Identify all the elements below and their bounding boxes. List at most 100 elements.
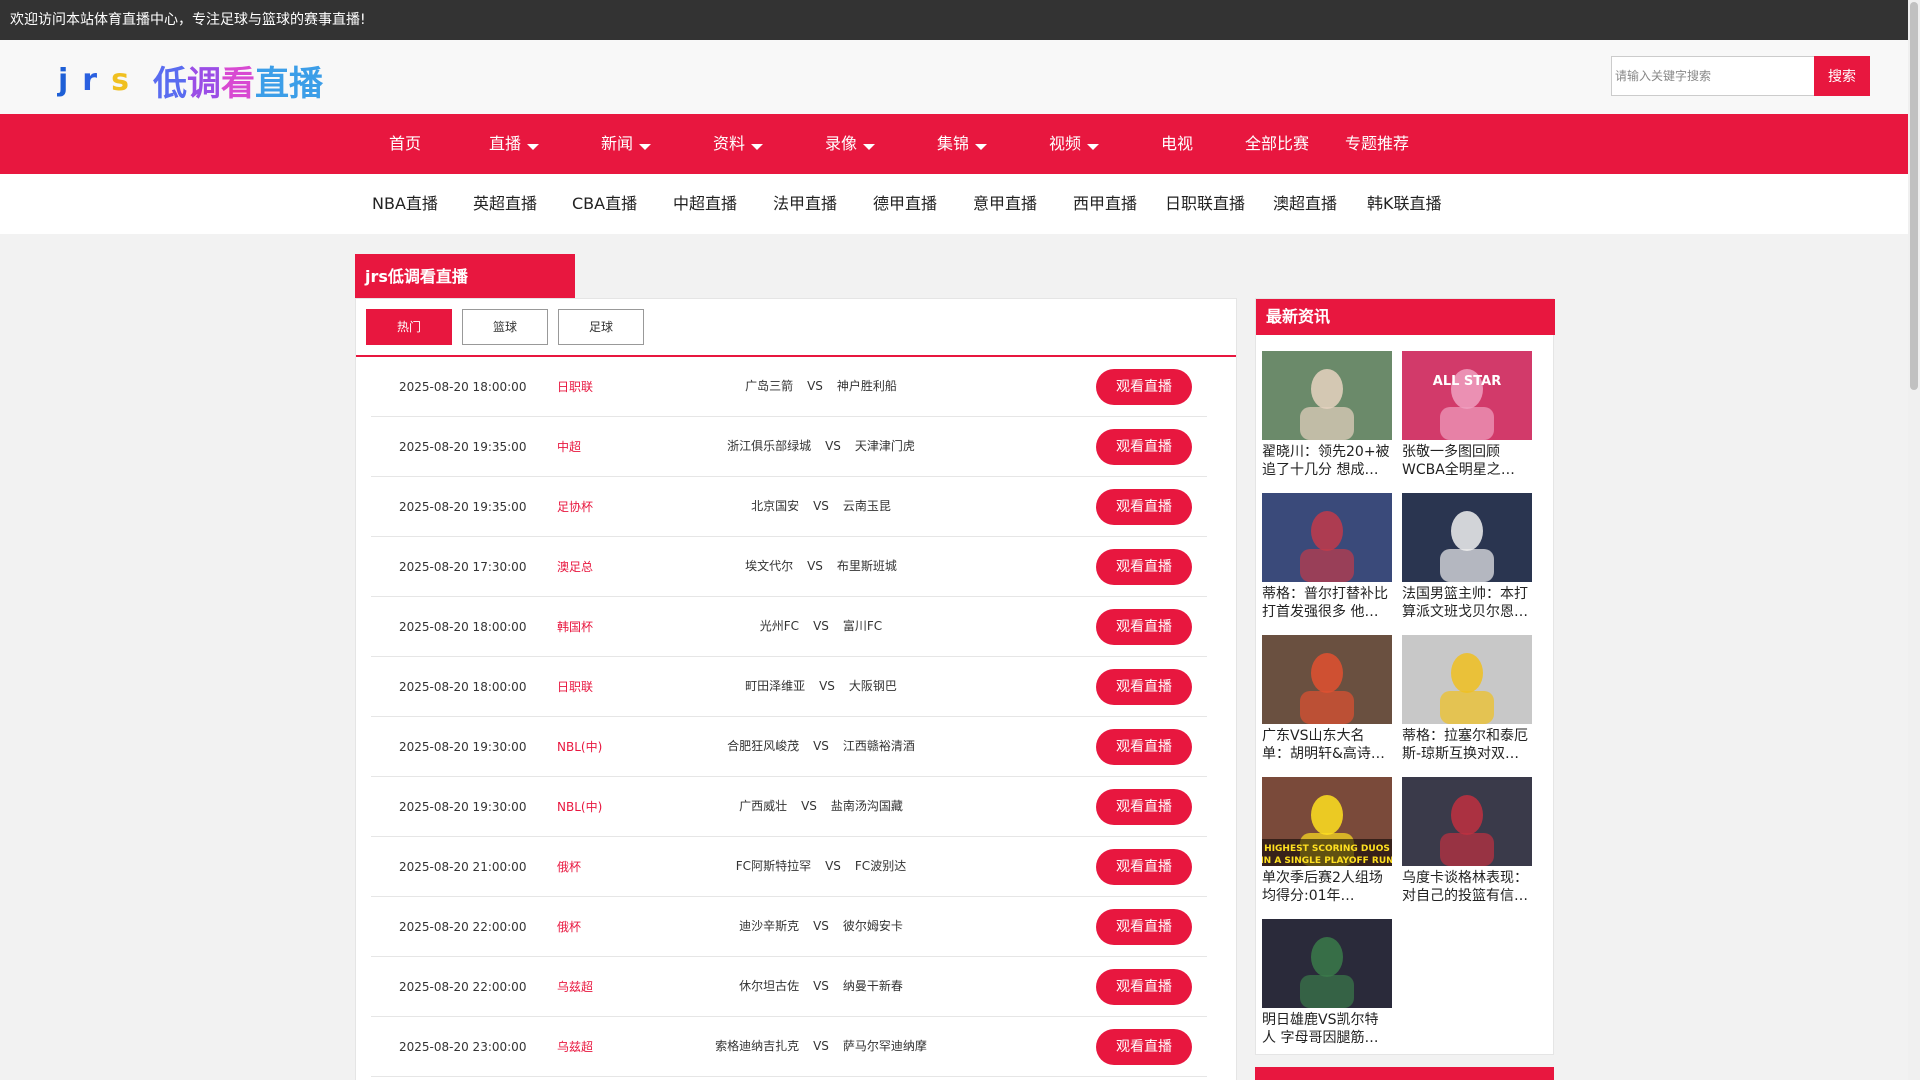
league-link[interactable]: 德甲直播	[873, 174, 937, 234]
news-thumbnail[interactable]	[1402, 635, 1532, 724]
search-button[interactable]: 搜索	[1814, 56, 1870, 96]
news-caption[interactable]: 明日雄鹿VS凯尔特人 字母哥因腿筋伤…	[1262, 1011, 1392, 1047]
away-team: 盐南汤沟国藏	[830, 799, 903, 813]
match-league[interactable]: 乌兹超	[557, 957, 593, 1017]
league-link[interactable]: 英超直播	[473, 174, 537, 234]
nav-highlights[interactable]: 集锦	[937, 114, 988, 174]
news-thumbnail[interactable]	[1402, 777, 1532, 866]
news-caption[interactable]: 乌度卡谈格林表现：对自己的投篮有信…	[1402, 869, 1532, 905]
home-team: 休尔坦古佐	[739, 979, 800, 993]
watch-live-button[interactable]: 观看直播	[1096, 789, 1192, 825]
nav-news[interactable]: 新闻	[601, 114, 652, 174]
watch-live-button[interactable]: 观看直播	[1096, 369, 1192, 405]
nav-all-matches[interactable]: 全部比赛	[1245, 114, 1309, 174]
nav-data[interactable]: 资料	[713, 114, 764, 174]
watch-live-button[interactable]: 观看直播	[1096, 849, 1192, 885]
match-teams: 合肥狂风峻茂 VS 江西赣裕清酒	[671, 717, 971, 775]
league-link[interactable]: 西甲直播	[1073, 174, 1137, 234]
news-item[interactable]: 广东VS山东大名单：胡明轩&高诗…	[1262, 635, 1392, 763]
news-item[interactable]: 明日雄鹿VS凯尔特人 字母哥因腿筋伤…	[1262, 919, 1392, 1047]
match-league[interactable]: 日职联	[557, 357, 593, 417]
watch-live-button[interactable]: 观看直播	[1096, 429, 1192, 465]
match-league[interactable]: NBL(中)	[557, 717, 602, 777]
scrollbar-thumb[interactable]	[1910, 2, 1918, 390]
news-thumbnail[interactable]	[1262, 493, 1392, 582]
news-caption[interactable]: 蒂格：普尔打替补比打首发强很多 他将…	[1262, 585, 1392, 621]
welcome-text: 欢迎访问本站体育直播中心，专注足球与篮球的赛事直播!	[10, 12, 366, 28]
league-nav: NBA直播 英超直播 CBA直播 中超直播 法甲直播 德甲直播 意甲直播 西甲直…	[0, 174, 1908, 234]
tab-football[interactable]: 足球	[558, 309, 644, 345]
section-title: jrs低调看直播	[355, 254, 575, 298]
match-time: 2025-08-20 21:00:00	[399, 860, 527, 874]
league-link[interactable]: NBA直播	[372, 174, 438, 234]
match-league[interactable]: 乌兹超	[557, 1017, 593, 1077]
match-league[interactable]: 俄杯	[557, 837, 581, 897]
news-caption[interactable]: 翟晓川：领先20+被追了十几分 想成强…	[1262, 443, 1392, 479]
news-item[interactable]: 蒂格：拉塞尔和泰厄斯-琼斯互换对双…	[1402, 635, 1532, 763]
watch-live-button[interactable]: 观看直播	[1096, 669, 1192, 705]
news-caption[interactable]: 法国男篮主帅：本打算派文班戈贝尔恩…	[1402, 585, 1532, 621]
news-thumbnail[interactable]: HIGHEST SCORING DUOS IN A SINGLE PLAYOFF …	[1262, 777, 1392, 866]
watch-live-button[interactable]: 观看直播	[1096, 609, 1192, 645]
news-thumbnail[interactable]	[1262, 351, 1392, 440]
vs-label: VS	[813, 619, 829, 633]
news-item[interactable]: HIGHEST SCORING DUOS IN A SINGLE PLAYOFF …	[1262, 777, 1392, 905]
match-time: 2025-08-20 22:00:00	[399, 980, 527, 994]
nav-home[interactable]: 首页	[389, 114, 421, 174]
site-logo[interactable]: jrs 低调看直播	[58, 60, 323, 104]
watch-live-button[interactable]: 观看直播	[1096, 549, 1192, 585]
home-team: 埃文代尔	[745, 559, 794, 573]
match-league[interactable]: 足协杯	[557, 477, 593, 537]
league-link[interactable]: 日职联直播	[1165, 174, 1245, 234]
category-tabs: 热门 篮球 足球	[366, 309, 644, 345]
vs-label: VS	[813, 979, 829, 993]
match-league[interactable]: 俄杯	[557, 897, 581, 957]
news-item[interactable]: 蒂格：普尔打替补比打首发强很多 他将…	[1262, 493, 1392, 621]
match-league[interactable]: 日职联	[557, 657, 593, 717]
watch-live-button[interactable]: 观看直播	[1096, 489, 1192, 525]
watch-live-button[interactable]: 观看直播	[1096, 1029, 1192, 1065]
news-caption[interactable]: 张敬一多图回顾WCBA全明星之旅：…	[1402, 443, 1532, 479]
news-item[interactable]: ALL STAR 张敬一多图回顾WCBA全明星之旅：…	[1402, 351, 1532, 479]
nav-live[interactable]: 直播	[489, 114, 540, 174]
away-team: 大阪钢巴	[848, 679, 897, 693]
nav-replay[interactable]: 录像	[825, 114, 876, 174]
league-link[interactable]: 法甲直播	[773, 174, 837, 234]
nav-featured[interactable]: 专题推荐	[1345, 114, 1409, 174]
hot-live-header	[1255, 1067, 1554, 1080]
page-scrollbar[interactable]	[1908, 0, 1920, 1080]
match-league[interactable]: 澳足总	[557, 537, 593, 597]
news-thumbnail[interactable]	[1402, 493, 1532, 582]
news-thumbnail[interactable]	[1262, 919, 1392, 1008]
news-caption[interactable]: 蒂格：拉塞尔和泰厄斯-琼斯互换对双…	[1402, 727, 1532, 763]
news-item[interactable]: 翟晓川：领先20+被追了十几分 想成强…	[1262, 351, 1392, 479]
watch-live-button[interactable]: 观看直播	[1096, 909, 1192, 945]
match-league[interactable]: NBL(中)	[557, 777, 602, 837]
vs-label: VS	[807, 379, 823, 393]
match-row: 2025-08-20 19:35:00 足协杯 北京国安 VS 云南玉昆 观看直播	[371, 477, 1207, 537]
watch-live-button[interactable]: 观看直播	[1096, 969, 1192, 1005]
match-time: 2025-08-20 18:00:00	[399, 680, 527, 694]
news-item[interactable]: 法国男篮主帅：本打算派文班戈贝尔恩…	[1402, 493, 1532, 621]
league-link[interactable]: 澳超直播	[1273, 174, 1337, 234]
search-input[interactable]	[1611, 56, 1814, 96]
watch-live-button[interactable]: 观看直播	[1096, 729, 1192, 765]
match-league[interactable]: 中超	[557, 417, 581, 477]
match-teams: 町田泽维亚 VS 大阪钢巴	[671, 657, 971, 715]
news-thumbnail[interactable]	[1262, 635, 1392, 724]
nav-video[interactable]: 视频	[1049, 114, 1100, 174]
news-caption[interactable]: 单次季后赛2人组场均得分:01年OK59.…	[1262, 869, 1392, 905]
welcome-bar: 欢迎访问本站体育直播中心，专注足球与篮球的赛事直播!	[0, 0, 1908, 40]
news-item[interactable]: 乌度卡谈格林表现：对自己的投篮有信…	[1402, 777, 1532, 905]
tab-basketball[interactable]: 篮球	[462, 309, 548, 345]
league-link[interactable]: 中超直播	[673, 174, 737, 234]
league-link[interactable]: 意甲直播	[973, 174, 1037, 234]
news-thumbnail[interactable]: ALL STAR	[1402, 351, 1532, 440]
vs-label: VS	[807, 559, 823, 573]
match-league[interactable]: 韩国杯	[557, 597, 593, 657]
news-caption[interactable]: 广东VS山东大名单：胡明轩&高诗…	[1262, 727, 1392, 763]
nav-tv[interactable]: 电视	[1161, 114, 1193, 174]
tab-hot[interactable]: 热门	[366, 309, 452, 345]
league-link[interactable]: CBA直播	[572, 174, 637, 234]
league-link[interactable]: 韩K联直播	[1367, 174, 1442, 234]
